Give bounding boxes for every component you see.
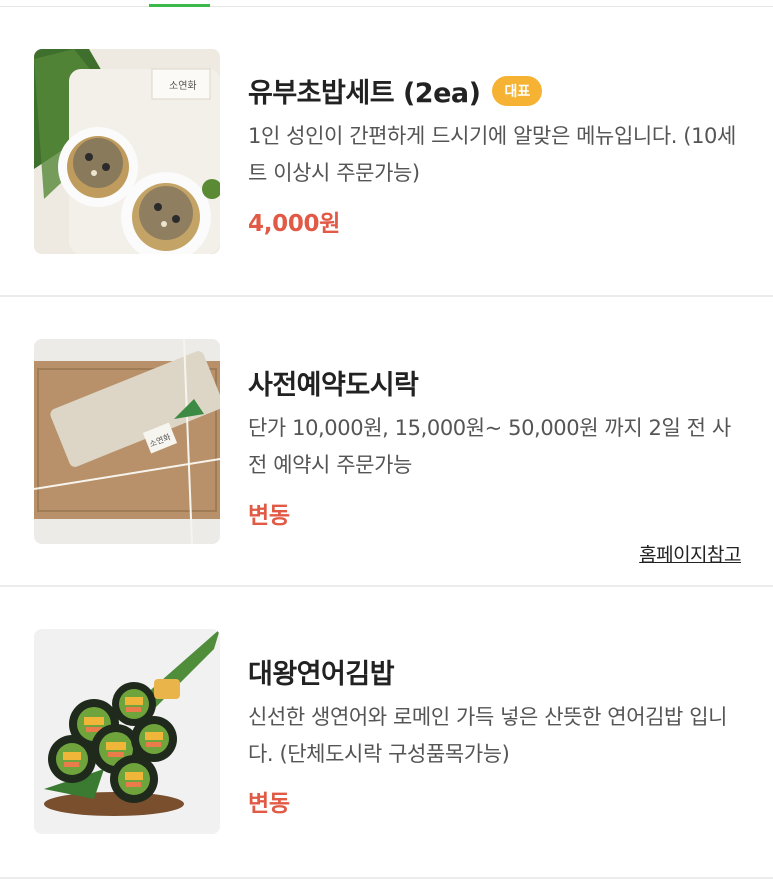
item-price: 변동 [248, 791, 290, 817]
inari-sushi-photo-icon: 소연화 [34, 49, 220, 254]
menu-item-salmon-gimbap[interactable]: 대왕연어김밥 신선한 생연어와 로메인 가득 넣은 산뜻한 연어김밥 입니다. … [0, 587, 773, 877]
item-description: 단가 10,000원, 15,000원~ 50,000원 까지 2일 전 사전 … [248, 416, 731, 477]
item-description: 1인 성인이 간편하게 드시기에 알맞은 메뉴입니다. (10세트 이상시 주문… [248, 124, 736, 185]
item-name: 사전예약도시락 [248, 370, 419, 401]
item-name: 유부초밥세트 (2ea) [248, 78, 481, 109]
menu-item-reservation-lunchbox[interactable]: 소연화 사전예약도시락 단가 10,000원, 15,000원~ 50,000원… [0, 297, 773, 585]
item-name: 대왕연어김밥 [248, 659, 395, 690]
homepage-reference-link[interactable]: 홈페이지참고 [639, 540, 741, 567]
salmon-gimbap-photo-icon [34, 629, 220, 834]
box-label: 소연화 [169, 80, 197, 92]
item-price: 변동 [248, 503, 290, 529]
item-divider [0, 877, 773, 879]
item-price: 4,000원 [248, 211, 341, 237]
item-description: 신선한 생연어와 로메인 가득 넣은 산뜻한 연어김밥 입니다. (단체도시락 … [248, 705, 728, 766]
menu-item-inari-set[interactable]: 소연화 유부초밥세트 (2ea) 대표 1인 성인이 간편하게 드시기에 알맞은… [0, 0, 773, 296]
representative-badge: 대표 [492, 75, 543, 106]
lunchbox-photo-icon: 소연화 [34, 339, 220, 544]
